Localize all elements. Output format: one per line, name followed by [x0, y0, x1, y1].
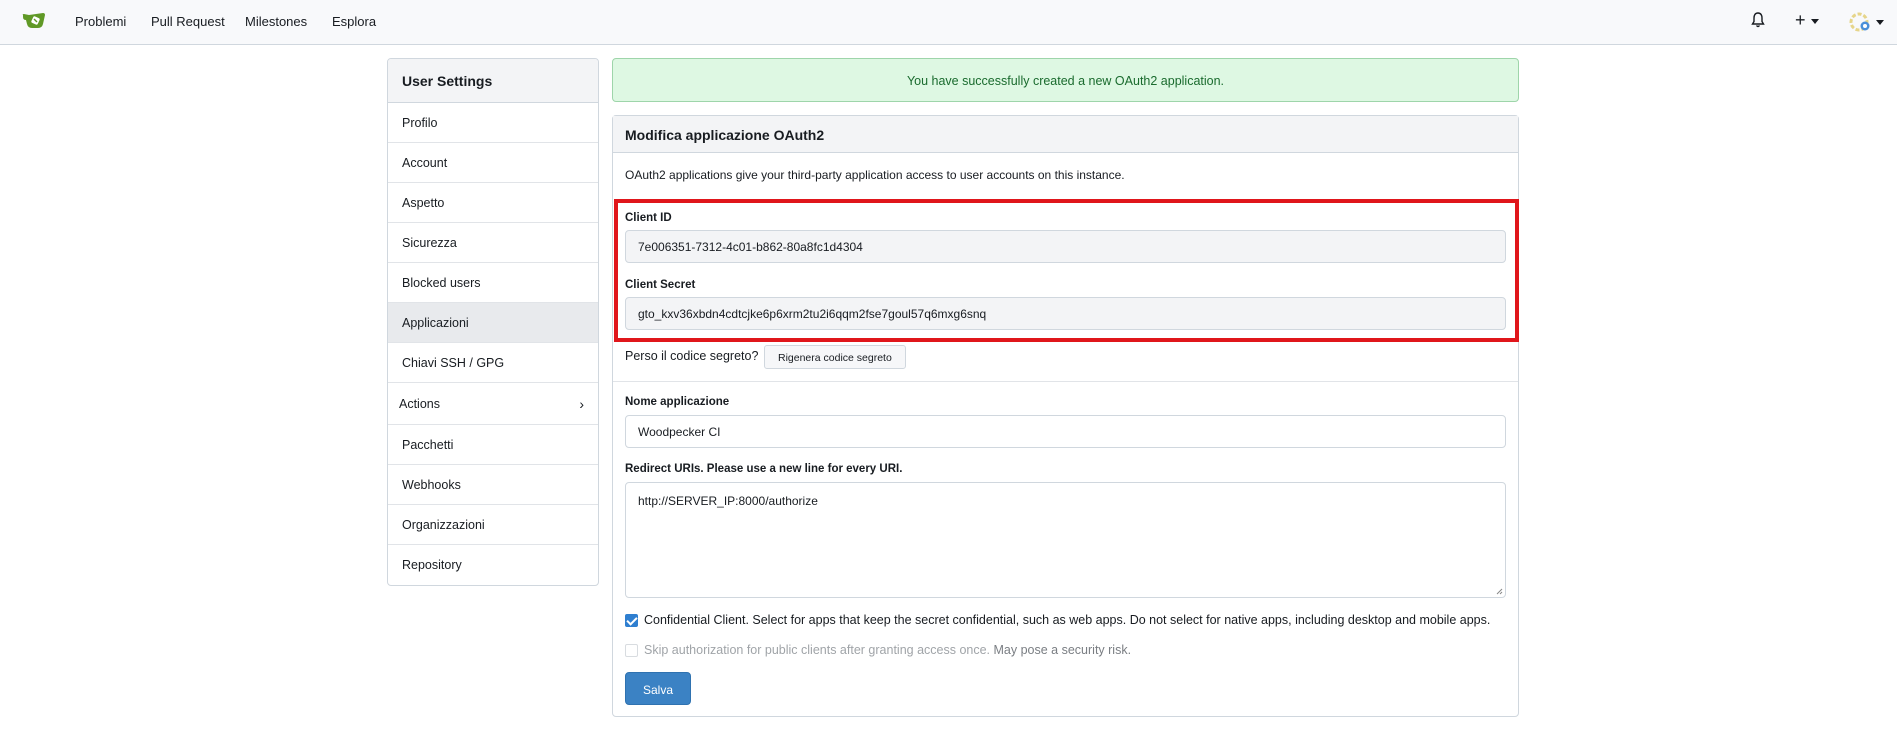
top-navbar: Problemi Pull Request Milestones Esplora…	[0, 0, 1897, 45]
sidebar-item-profilo[interactable]: Profilo	[388, 103, 598, 143]
sidebar-item-sicurezza[interactable]: Sicurezza	[388, 223, 598, 263]
confidential-client-label: Confidential Client. Select for apps tha…	[644, 613, 1491, 627]
client-id-label: Client ID	[625, 212, 672, 224]
confidential-client-checkbox[interactable]	[625, 614, 638, 627]
client-secret-label: Client Secret	[625, 279, 696, 291]
card-title: Modifica applicazione OAuth2	[613, 116, 1518, 153]
sidebar-item-account[interactable]: Account	[388, 143, 598, 183]
nav-link-esplora[interactable]: Esplora	[332, 14, 376, 29]
gitea-logo-icon[interactable]	[21, 10, 49, 32]
sidebar-item-repository[interactable]: Repository	[388, 545, 598, 585]
sidebar-item-organizzazioni[interactable]: Organizzazioni	[388, 505, 598, 545]
resize-handle-icon[interactable]	[1495, 587, 1503, 595]
client-secret-field[interactable]: gto_kxv36xbdn4cdtcjke6p6xrm2tu2i6qqm2fse…	[625, 297, 1506, 330]
chevron-right-icon: ›	[579, 396, 584, 412]
sidebar-item-actions[interactable]: Actions ›	[388, 383, 598, 425]
plus-icon: +	[1795, 10, 1806, 30]
client-id-field[interactable]: 7e006351-7312-4c01-b862-80a8fc1d4304	[625, 230, 1506, 263]
create-new-menu[interactable]: +	[1795, 11, 1819, 29]
settings-sidebar: User Settings Profilo Account Aspetto Si…	[387, 58, 599, 586]
notifications-bell-icon[interactable]	[1751, 12, 1765, 31]
sidebar-item-pacchetti[interactable]: Pacchetti	[388, 425, 598, 465]
sidebar-item-blocked-users[interactable]: Blocked users	[388, 263, 598, 303]
user-avatar-menu[interactable]	[1848, 11, 1884, 33]
save-button[interactable]: Salva	[625, 672, 691, 705]
nav-link-milestones[interactable]: Milestones	[245, 14, 307, 29]
nav-link-problemi[interactable]: Problemi	[75, 14, 126, 29]
redirect-uris-textarea[interactable]: http://SERVER_IP:8000/authorize	[625, 482, 1506, 598]
app-name-input[interactable]: Woodpecker CI	[625, 415, 1506, 448]
nav-link-pull-request[interactable]: Pull Request	[151, 14, 225, 29]
skip-authorization-checkbox[interactable]	[625, 644, 638, 657]
alert-message: You have successfully created a new OAut…	[906, 74, 1225, 88]
app-description: OAuth2 applications give your third-part…	[625, 168, 1125, 182]
chevron-down-icon	[1876, 19, 1884, 25]
skip-authorization-label: Skip authorization for public clients af…	[644, 643, 1132, 657]
security-risk-note: May pose a security risk.	[993, 643, 1132, 657]
redirect-uris-label: Redirect URIs. Please use a new line for…	[625, 463, 903, 475]
success-alert: You have successfully created a new OAut…	[612, 58, 1519, 102]
section-divider	[613, 381, 1518, 382]
sidebar-title: User Settings	[388, 59, 598, 103]
lost-secret-text: Perso il codice segreto?	[625, 349, 759, 363]
avatar	[1849, 12, 1870, 32]
sidebar-item-chiavi-ssh-gpg[interactable]: Chiavi SSH / GPG	[388, 343, 598, 383]
edit-oauth2-app-card: Modifica applicazione OAuth2 OAuth2 appl…	[612, 115, 1519, 717]
regenerate-secret-button[interactable]: Rigenera codice segreto	[764, 345, 906, 369]
sidebar-item-aspetto[interactable]: Aspetto	[388, 183, 598, 223]
sidebar-item-applicazioni[interactable]: Applicazioni	[388, 303, 598, 343]
sidebar-item-webhooks[interactable]: Webhooks	[388, 465, 598, 505]
app-name-label: Nome applicazione	[625, 396, 730, 408]
chevron-down-icon	[1810, 18, 1819, 24]
